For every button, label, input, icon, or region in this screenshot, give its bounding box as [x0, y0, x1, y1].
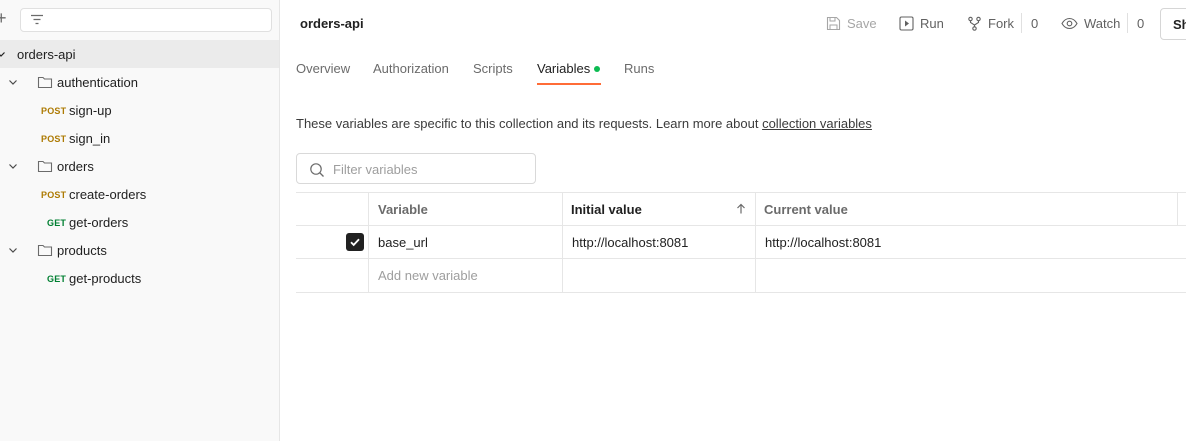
- chevron-down-icon[interactable]: [7, 244, 19, 256]
- filter-variables-field[interactable]: [296, 153, 536, 184]
- method-badge: POST: [41, 134, 67, 144]
- divider: [1021, 13, 1022, 33]
- sidebar-toolbar: +: [0, 0, 280, 40]
- tree-request-sign-up[interactable]: POST sign-up: [0, 96, 279, 124]
- fork-count[interactable]: 0: [1031, 16, 1038, 31]
- method-badge: GET: [47, 274, 67, 284]
- watch-button[interactable]: Watch: [1061, 11, 1120, 35]
- share-button[interactable]: Sh: [1160, 8, 1186, 40]
- request-label: sign_in: [69, 131, 111, 146]
- folder-label: authentication: [57, 75, 138, 90]
- method-badge: POST: [41, 106, 67, 116]
- description-text: These variables are specific to this col…: [296, 116, 763, 131]
- eye-icon: [1061, 17, 1078, 29]
- fork-button[interactable]: Fork: [967, 11, 1014, 35]
- add-new-variable-input[interactable]: Add new variable: [378, 268, 478, 283]
- collection-label: orders-api: [17, 47, 76, 62]
- tree-request-sign-in[interactable]: POST sign_in: [0, 124, 279, 152]
- fork-icon: [968, 16, 981, 31]
- tree-folder-orders[interactable]: orders: [0, 152, 279, 180]
- play-icon: [899, 15, 914, 31]
- save-button[interactable]: Save: [826, 11, 877, 35]
- active-tab-indicator: [537, 83, 601, 85]
- variables-description: These variables are specific to this col…: [296, 116, 872, 131]
- page-title: orders-api: [300, 16, 364, 31]
- save-label: Save: [847, 15, 877, 31]
- initial-value-cell[interactable]: http://localhost:8081: [572, 235, 688, 250]
- tab-authorization[interactable]: Authorization: [373, 61, 449, 76]
- sidebar-filter-input[interactable]: [20, 8, 272, 32]
- checkmark-icon: [350, 238, 360, 247]
- column-divider: [755, 192, 756, 292]
- tab-variables[interactable]: Variables: [537, 61, 590, 76]
- add-icon[interactable]: +: [0, 9, 7, 27]
- save-icon: [826, 16, 841, 30]
- filter-icon: [31, 14, 43, 25]
- column-divider: [562, 192, 563, 292]
- column-header-initial-value[interactable]: Initial value: [571, 202, 642, 217]
- tree-collection-orders-api[interactable]: orders-api: [0, 40, 279, 68]
- table-border: [296, 192, 1186, 193]
- modified-indicator: [594, 66, 600, 72]
- request-label: sign-up: [69, 103, 112, 118]
- request-label: create-orders: [69, 187, 147, 202]
- watch-count[interactable]: 0: [1137, 16, 1144, 31]
- column-header-variable[interactable]: Variable: [378, 202, 428, 217]
- folder-label: products: [57, 243, 107, 258]
- column-divider: [368, 192, 369, 292]
- run-label: Run: [920, 15, 944, 31]
- chevron-down-icon[interactable]: [0, 48, 7, 60]
- sort-ascending-icon[interactable]: [735, 203, 747, 215]
- search-icon: [310, 163, 324, 177]
- request-label: get-products: [69, 271, 142, 286]
- watch-label: Watch: [1084, 15, 1121, 31]
- tree-folder-products[interactable]: products: [0, 236, 279, 264]
- divider: [1127, 13, 1128, 33]
- folder-icon: [37, 76, 53, 89]
- folder-icon: [37, 244, 53, 257]
- tab-overview[interactable]: Overview: [296, 61, 350, 76]
- tree-folder-authentication[interactable]: authentication: [0, 68, 279, 96]
- tab-runs[interactable]: Runs: [624, 61, 654, 76]
- method-badge: POST: [41, 190, 67, 200]
- tree-request-get-products[interactable]: GET get-products: [0, 264, 279, 292]
- filter-variables-input[interactable]: [333, 160, 523, 178]
- request-label: get-orders: [69, 215, 129, 230]
- column-divider: [1177, 192, 1178, 226]
- folder-icon: [37, 160, 53, 173]
- chevron-down-icon[interactable]: [7, 76, 19, 88]
- variable-name-cell[interactable]: base_url: [378, 235, 428, 250]
- table-border: [296, 225, 1186, 226]
- table-border: [296, 292, 1186, 293]
- sidebar: + orders-api authentication POST sign-up…: [0, 0, 280, 441]
- run-button[interactable]: Run: [899, 11, 944, 35]
- method-badge: GET: [47, 218, 67, 228]
- tree-request-get-orders[interactable]: GET get-orders: [0, 208, 279, 236]
- tab-scripts[interactable]: Scripts: [473, 61, 513, 76]
- tree-request-create-orders[interactable]: POST create-orders: [0, 180, 279, 208]
- collection-variables-link[interactable]: collection variables: [762, 116, 872, 131]
- column-header-current-value[interactable]: Current value: [764, 202, 848, 217]
- enabled-checkbox[interactable]: [346, 233, 364, 251]
- table-border: [296, 258, 1186, 259]
- chevron-down-icon[interactable]: [7, 160, 19, 172]
- fork-label: Fork: [988, 15, 1014, 31]
- folder-label: orders: [57, 159, 94, 174]
- current-value-cell[interactable]: http://localhost:8081: [765, 235, 881, 250]
